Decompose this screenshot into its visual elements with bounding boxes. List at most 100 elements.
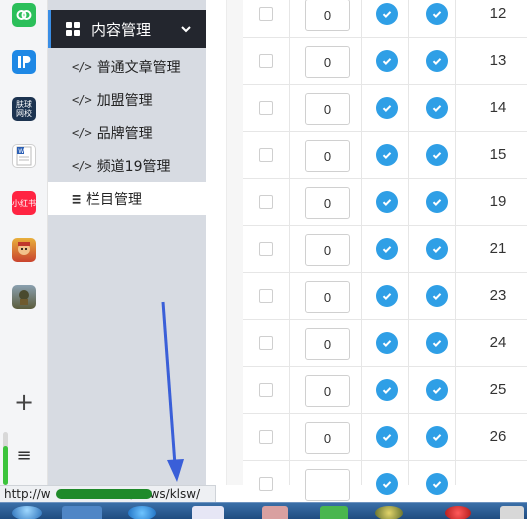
content-gutter <box>206 0 226 485</box>
taskbar-app-icon[interactable] <box>500 506 524 519</box>
sort-order-input[interactable]: 0 <box>305 140 350 172</box>
row-id: 23 <box>489 287 507 304</box>
sidebar-item-label: 品牌管理 <box>96 125 153 142</box>
taskbar-app-icon[interactable] <box>262 506 288 519</box>
taskbar-app-icon[interactable] <box>128 506 156 519</box>
sidebar-item-brands[interactable]: </> 品牌管理 <box>48 116 206 149</box>
start-orb[interactable] <box>12 506 42 519</box>
enabled-check-icon[interactable] <box>376 97 398 119</box>
row-id: 13 <box>489 52 507 69</box>
visible-check-icon[interactable] <box>426 50 448 72</box>
add-app-button[interactable]: + <box>12 388 36 416</box>
row-id: 24 <box>489 334 507 351</box>
chevron-down-icon[interactable] <box>180 22 192 34</box>
table-row: 0 25 <box>243 367 527 414</box>
content-divider <box>226 0 243 485</box>
table-row: 0 23 <box>243 273 527 320</box>
sort-order-input[interactable]: 0 <box>305 328 350 360</box>
sort-order-input[interactable]: 0 <box>305 187 350 219</box>
table-row: 0 12 <box>243 0 527 38</box>
visible-check-icon[interactable] <box>426 379 448 401</box>
taskbar-app-icon[interactable] <box>375 506 403 519</box>
sort-order-input[interactable]: 0 <box>305 422 350 454</box>
enabled-check-icon[interactable] <box>376 3 398 25</box>
taskbar-app-icon[interactable] <box>320 506 348 519</box>
table-row: 0 13 <box>243 38 527 85</box>
menu-content-management[interactable]: 内容管理 <box>48 10 206 48</box>
svg-text:W: W <box>18 148 24 155</box>
table-row: 0 21 <box>243 226 527 273</box>
sidebar-item-columns[interactable]: ≡ 栏目管理 <box>48 182 206 215</box>
visible-check-icon[interactable] <box>426 473 448 495</box>
row-id: 25 <box>489 381 507 398</box>
sidebar-item-channel19[interactable]: </> 频道19管理 <box>48 149 206 182</box>
game-character-icon[interactable] <box>12 238 36 262</box>
visible-check-icon[interactable] <box>426 97 448 119</box>
pubg-game-icon[interactable] <box>12 285 36 309</box>
row-checkbox[interactable] <box>259 101 273 115</box>
row-checkbox[interactable] <box>259 195 273 209</box>
sort-order-input[interactable] <box>305 469 350 501</box>
sidebar-item-label: 加盟管理 <box>96 92 153 109</box>
sidebar-item-articles[interactable]: </> 普通文章管理 <box>48 50 206 83</box>
row-checkbox[interactable] <box>259 54 273 68</box>
sort-order-input[interactable]: 0 <box>305 375 350 407</box>
row-id: 12 <box>489 5 507 22</box>
menu-title: 内容管理 <box>91 20 152 39</box>
code-icon: </> <box>72 59 92 74</box>
table-row: 0 26 <box>243 414 527 461</box>
enabled-check-icon[interactable] <box>376 426 398 448</box>
enabled-check-icon[interactable] <box>376 191 398 213</box>
word-doc-icon[interactable]: W <box>12 144 36 168</box>
ip-app-icon[interactable] <box>12 50 36 74</box>
sort-order-input[interactable]: 0 <box>305 93 350 125</box>
visible-check-icon[interactable] <box>426 426 448 448</box>
sort-order-input[interactable]: 0 <box>305 234 350 266</box>
list-menu-button[interactable]: ≡ <box>12 443 36 467</box>
code-icon: </> <box>72 158 92 173</box>
sidebar-item-label: 栏目管理 <box>86 191 143 208</box>
sort-order-input[interactable]: 0 <box>305 0 350 31</box>
enabled-check-icon[interactable] <box>376 238 398 260</box>
visible-check-icon[interactable] <box>426 191 448 213</box>
row-id: 21 <box>489 240 507 257</box>
row-checkbox[interactable] <box>259 242 273 256</box>
row-checkbox[interactable] <box>259 383 273 397</box>
xiaohongshu-icon[interactable]: 小红书 <box>12 191 36 215</box>
row-checkbox[interactable] <box>259 336 273 350</box>
row-id: 14 <box>489 99 507 116</box>
enabled-check-icon[interactable] <box>376 144 398 166</box>
visible-check-icon[interactable] <box>426 3 448 25</box>
enabled-check-icon[interactable] <box>376 473 398 495</box>
taskbar-app-icon[interactable] <box>445 506 471 519</box>
enabled-check-icon[interactable] <box>376 285 398 307</box>
sort-order-input[interactable]: 0 <box>305 46 350 78</box>
status-url-prefix: http://w <box>4 487 51 501</box>
enabled-check-icon[interactable] <box>376 332 398 354</box>
enabled-check-icon[interactable] <box>376 50 398 72</box>
app-dock: 肤球 网校 W 小红书 + ≡ <box>0 0 48 485</box>
visible-check-icon[interactable] <box>426 332 448 354</box>
enabled-check-icon[interactable] <box>376 379 398 401</box>
table-row: 0 14 <box>243 85 527 132</box>
sort-order-input[interactable]: 0 <box>305 281 350 313</box>
row-id: 15 <box>489 146 507 163</box>
row-checkbox[interactable] <box>259 148 273 162</box>
row-checkbox[interactable] <box>259 430 273 444</box>
taskbar-app-icon[interactable] <box>62 506 102 519</box>
row-checkbox[interactable] <box>259 477 273 491</box>
dock-scrollbar-thumb[interactable] <box>3 446 8 485</box>
row-checkbox[interactable] <box>259 7 273 21</box>
taskbar-app-icon[interactable] <box>192 506 224 519</box>
visible-check-icon[interactable] <box>426 285 448 307</box>
visible-check-icon[interactable] <box>426 238 448 260</box>
visible-check-icon[interactable] <box>426 144 448 166</box>
fuqiu-app-icon[interactable]: 肤球 网校 <box>12 97 36 121</box>
taskbar <box>0 502 527 519</box>
table-row: 0 15 <box>243 132 527 179</box>
row-checkbox[interactable] <box>259 289 273 303</box>
chain-app-icon[interactable] <box>12 3 36 27</box>
table-row: 0 19 <box>243 179 527 226</box>
row-id: 26 <box>489 428 507 445</box>
sidebar-item-franchise[interactable]: </> 加盟管理 <box>48 83 206 116</box>
